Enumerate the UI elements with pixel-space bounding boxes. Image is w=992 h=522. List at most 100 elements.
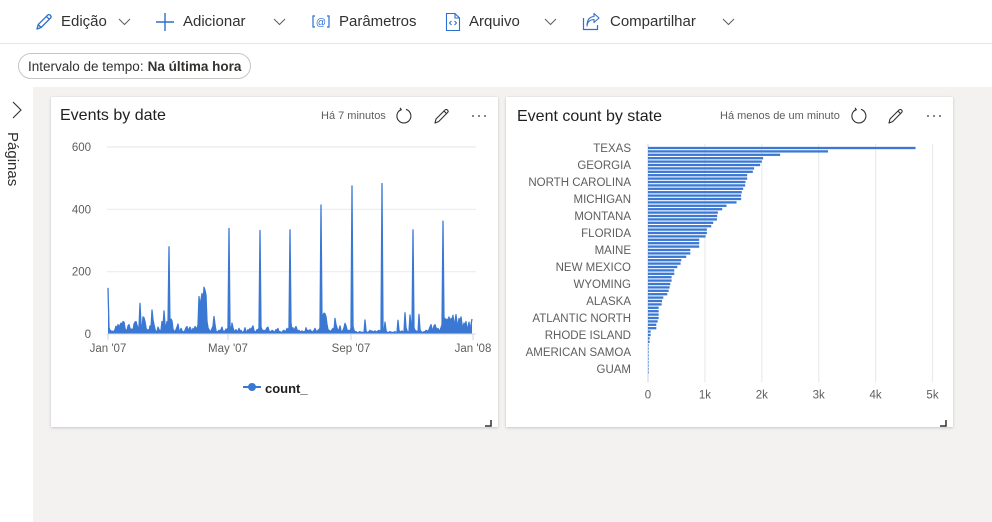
svg-text:@: @ [316,17,326,28]
bar [648,357,649,360]
tile-event-count-by-state: Event count by state Há menos de um minu… [506,97,953,427]
bar [648,231,707,235]
bar [648,337,650,340]
bar [648,197,742,201]
parameters-label: Parâmetros [339,13,417,30]
y-tick-label: 0 [85,329,91,341]
bar [648,259,682,262]
bar [648,187,744,190]
bar [648,153,781,156]
bar [648,350,649,354]
legend-marker-icon [243,379,261,397]
plus-icon [155,12,175,32]
bar [648,208,723,211]
bar [648,330,651,333]
share-button[interactable]: Compartilhar [581,0,696,43]
edit-button[interactable]: Edição [34,0,107,43]
add-label: Adicionar [183,13,246,30]
resize-handle-icon[interactable] [940,414,947,427]
bar [648,146,916,150]
category-label: AMERICAN SAMOA [526,347,632,359]
x-tick-label: 0 [645,389,651,401]
resize-handle-icon[interactable] [485,414,492,427]
bar [648,221,714,224]
category-label: MICHIGAN [574,194,632,206]
file-dropdown-chevron-icon[interactable] [544,15,557,28]
bar [648,225,712,228]
bar [648,340,650,343]
bar [648,218,717,221]
bar [648,211,718,214]
legend-item-count[interactable]: count_ [243,379,308,397]
legend-label: count_ [265,380,308,396]
bar [648,160,762,163]
time-range-filter[interactable]: Intervalo de tempo: Na última hora [18,53,252,79]
share-dropdown-chevron-icon[interactable] [722,15,735,28]
chevron-right-icon[interactable] [10,101,24,119]
category-label: NORTH CAROLINA [528,177,631,189]
file-label: Arquivo [469,13,520,30]
event-count-by-state-chart: 0 1k 2k 3k 4k 5k TEXAS GEORGIA NORTH CAROLINA MIC… [526,143,939,401]
bar [648,279,672,282]
file-button[interactable]: Arquivo [443,0,520,43]
x-tick-label: Jan '07 [90,343,127,355]
bar [648,361,649,364]
bar [648,367,649,371]
share-label: Compartilhar [610,13,696,30]
category-label: MONTANA [574,211,631,223]
bar [648,228,707,231]
bar [648,347,649,350]
bar [648,333,651,337]
bar [648,313,659,316]
bar [648,276,672,279]
category-label: GEORGIA [577,160,631,172]
bar [648,245,700,248]
bar [648,170,753,173]
bar [648,214,718,218]
bar [648,157,764,160]
bar [648,150,829,153]
bar [648,177,748,180]
bar [648,255,687,258]
bar [648,364,649,367]
bar [648,163,761,167]
bar [648,344,649,347]
parameters-button[interactable]: @ Parâmetros [311,0,417,43]
edit-dropdown-chevron-icon[interactable] [118,15,131,28]
x-tick-label: 4k [870,389,882,401]
add-dropdown-chevron-icon[interactable] [273,15,286,28]
category-label: TEXAS [593,143,631,155]
events-by-date-chart: 0 200 400 600 Jan '07 May '07 Sep '07 Jan '08 [72,142,492,355]
category-label: GUAM [597,364,632,376]
bar [648,327,657,330]
bar [648,167,755,170]
x-tick-label: Sep '07 [332,343,371,355]
bar [648,252,691,255]
time-range-value: Na última hora [147,58,242,74]
bar [648,354,649,357]
bar [648,282,671,286]
bar [648,371,649,374]
y-tick-label: 600 [72,142,91,154]
time-range-label: Intervalo de tempo: [28,58,144,74]
bar [648,235,706,238]
x-tick-label: May '07 [208,343,248,355]
bar [648,265,678,269]
bar [648,296,664,299]
category-label: MAINE [595,245,632,257]
category-label: NEW MEXICO [556,262,631,274]
x-tick-label: 1k [699,389,711,401]
bar [648,184,746,187]
bar [648,242,700,245]
bar [648,299,662,303]
y-tick-label: 200 [72,267,91,279]
bar [648,248,691,252]
add-button[interactable]: Adicionar [155,0,246,43]
file-code-icon [443,12,463,32]
bar [648,238,700,241]
share-icon [581,12,601,32]
bar [648,286,670,289]
edit-label: Edição [61,13,107,30]
category-label: ALASKA [586,296,631,308]
pages-toggle-label[interactable]: Páginas [4,132,21,186]
